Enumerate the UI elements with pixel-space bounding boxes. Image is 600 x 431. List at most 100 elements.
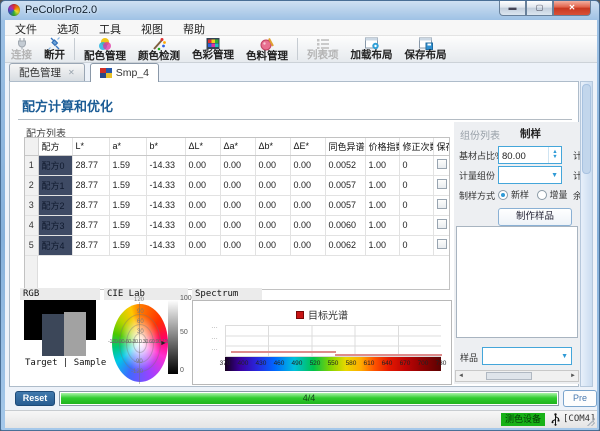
- value-cell: -14.33: [146, 155, 185, 175]
- formula-row[interactable]: 3配方228.771.59-14.330.000.000.000.000.005…: [25, 195, 450, 215]
- menu-options[interactable]: 选项: [47, 20, 89, 35]
- value-cell: 0.00: [255, 155, 290, 175]
- method-label: 制样方式: [459, 189, 495, 202]
- radio-increment[interactable]: [537, 190, 547, 200]
- tab-make-sample[interactable]: 制样: [520, 126, 541, 141]
- header-da[interactable]: Δa*: [220, 138, 255, 155]
- toolbar-button-load-layout[interactable]: 加载布局: [345, 36, 399, 62]
- formula-name-cell[interactable]: 配方4: [38, 235, 72, 255]
- save-checkbox[interactable]: [437, 159, 447, 169]
- target-color-swatch: [42, 314, 64, 356]
- save-cell: [433, 155, 450, 175]
- save-checkbox[interactable]: [437, 179, 447, 189]
- toolbar-button-colorant-manage[interactable]: 色料管理: [240, 36, 294, 62]
- save-checkbox[interactable]: [437, 219, 447, 229]
- toolbar-button-color-matching[interactable]: 配色管理: [78, 36, 132, 62]
- spectrum-x-tick: 520: [310, 360, 321, 367]
- sample-panel: 组份列表 制样 基材占比% 80.00 ▲▼ 计 计量组份 ▼ 计 制样方式 新…: [454, 122, 580, 384]
- radio-increment-label[interactable]: 增量: [550, 190, 568, 200]
- toolbar-button-disconnect[interactable]: 断开: [38, 36, 71, 62]
- formula-row[interactable]: 2配方128.771.59-14.330.000.000.000.000.005…: [25, 175, 450, 195]
- header-price-index[interactable]: 价格指数: [365, 138, 399, 155]
- toolbar-button-save-layout[interactable]: 保存布局: [399, 36, 453, 62]
- title-bar[interactable]: PeColorPro2.0 ▬ ▢ ✕: [1, 1, 599, 20]
- header-db[interactable]: Δb*: [255, 138, 290, 155]
- value-cell: 1.59: [109, 195, 146, 215]
- radio-new-sample[interactable]: [498, 190, 508, 200]
- dropdown-arrow-icon: ▼: [561, 353, 568, 360]
- header-metamerism[interactable]: 同色异谱: [325, 138, 365, 155]
- horizontal-scrollbar[interactable]: ◄ ►: [455, 370, 579, 382]
- resize-grip[interactable]: [586, 417, 595, 426]
- value-cell: 1.00: [365, 195, 399, 215]
- make-sample-button[interactable]: 制作样品: [498, 208, 572, 226]
- lightness-marker-icon: ►: [160, 340, 167, 347]
- save-checkbox[interactable]: [437, 239, 447, 249]
- tab-color-matching[interactable]: 配色管理 ✕: [9, 63, 85, 81]
- component-listbox[interactable]: [456, 226, 578, 338]
- lab-axis-label: 120: [134, 297, 144, 303]
- formula-name-cell[interactable]: 配方2: [38, 195, 72, 215]
- tab-component-list[interactable]: 组份列表: [460, 127, 500, 142]
- color-detect-icon: [151, 37, 167, 51]
- tab-smp4[interactable]: Smp_4: [90, 63, 159, 82]
- base-ratio-value[interactable]: 80.00: [499, 147, 548, 163]
- maximize-button[interactable]: ▢: [526, 1, 553, 16]
- spinner-arrows-icon[interactable]: ▲▼: [548, 147, 561, 163]
- window-title: PeColorPro2.0: [25, 4, 97, 16]
- formula-name-cell[interactable]: 配方1: [38, 175, 72, 195]
- formula-row[interactable]: 4配方328.771.59-14.330.000.000.000.000.006…: [25, 215, 450, 235]
- scrollbar-thumb[interactable]: [486, 372, 532, 380]
- formula-name-cell[interactable]: 配方0: [38, 155, 72, 175]
- toolbar-label: 保存布局: [405, 50, 447, 61]
- sample-label: 样品: [460, 351, 478, 364]
- header-dL[interactable]: ΔL*: [185, 138, 220, 155]
- formula-row[interactable]: 1配方028.771.59-14.330.000.000.000.000.005…: [25, 155, 450, 175]
- save-checkbox[interactable]: [437, 199, 447, 209]
- menu-view[interactable]: 视图: [131, 20, 173, 35]
- base-ratio-label: 基材占比%: [459, 149, 503, 162]
- toolbar-button-color-manage[interactable]: 色彩管理: [186, 36, 240, 62]
- value-cell: 1.59: [109, 235, 146, 255]
- header-a[interactable]: a*: [109, 138, 146, 155]
- sample-color-icon: [100, 68, 112, 78]
- value-cell: 0.00: [255, 215, 290, 235]
- header-L[interactable]: L*: [72, 138, 109, 155]
- header-dE[interactable]: ΔE*: [290, 138, 325, 155]
- toolbar-button-list-items[interactable]: 列表项: [301, 36, 345, 62]
- rgb-caption: Target | Sample: [25, 358, 106, 368]
- menu-tools[interactable]: 工具: [89, 20, 131, 35]
- row-number-gutter: [25, 256, 38, 290]
- colorant-icon: [259, 37, 275, 51]
- menu-file[interactable]: 文件: [5, 20, 47, 35]
- formula-row[interactable]: 5配方428.771.59-14.330.000.000.000.000.006…: [25, 235, 450, 255]
- menu-help[interactable]: 帮助: [173, 20, 215, 35]
- header-b[interactable]: b*: [146, 138, 185, 155]
- reset-button[interactable]: Reset: [15, 391, 55, 406]
- formula-table: 配方 L* a* b* ΔL* Δa* Δb* ΔE* 同色异谱 价格指数 修正…: [25, 138, 450, 256]
- scroll-right-icon[interactable]: ►: [570, 373, 576, 379]
- radio-new-sample-label[interactable]: 新样: [511, 190, 529, 200]
- vertical-scrollbar[interactable]: [580, 81, 593, 387]
- minimize-button[interactable]: ▬: [499, 1, 526, 16]
- toolbar-label: 连接: [11, 50, 32, 61]
- header-correction-count[interactable]: 修正次数: [399, 138, 433, 155]
- formula-name-cell[interactable]: 配方3: [38, 215, 72, 235]
- sample-dropdown[interactable]: ▼: [482, 347, 572, 365]
- header-formula[interactable]: 配方: [38, 138, 72, 155]
- toolbar-button-color-detect[interactable]: 颜色检测: [132, 36, 186, 62]
- component-dropdown[interactable]: ▼: [498, 166, 562, 184]
- value-cell: 0.00: [255, 195, 290, 215]
- base-ratio-spinner[interactable]: 80.00 ▲▼: [498, 146, 562, 164]
- spectrum-x-tick: 640: [382, 360, 393, 367]
- app-icon: [8, 4, 20, 16]
- pre-button[interactable]: Pre: [563, 390, 597, 407]
- scroll-left-icon[interactable]: ◄: [458, 373, 464, 379]
- header-save[interactable]: 保存: [433, 138, 450, 155]
- close-button[interactable]: ✕: [553, 1, 591, 16]
- toolbar-button-connect[interactable]: 连接: [5, 36, 38, 62]
- tab-close-icon[interactable]: ✕: [68, 68, 75, 77]
- row-index-cell: 1: [25, 155, 38, 175]
- scrollbar-thumb[interactable]: [582, 84, 591, 174]
- sample-color-swatch: [64, 312, 86, 356]
